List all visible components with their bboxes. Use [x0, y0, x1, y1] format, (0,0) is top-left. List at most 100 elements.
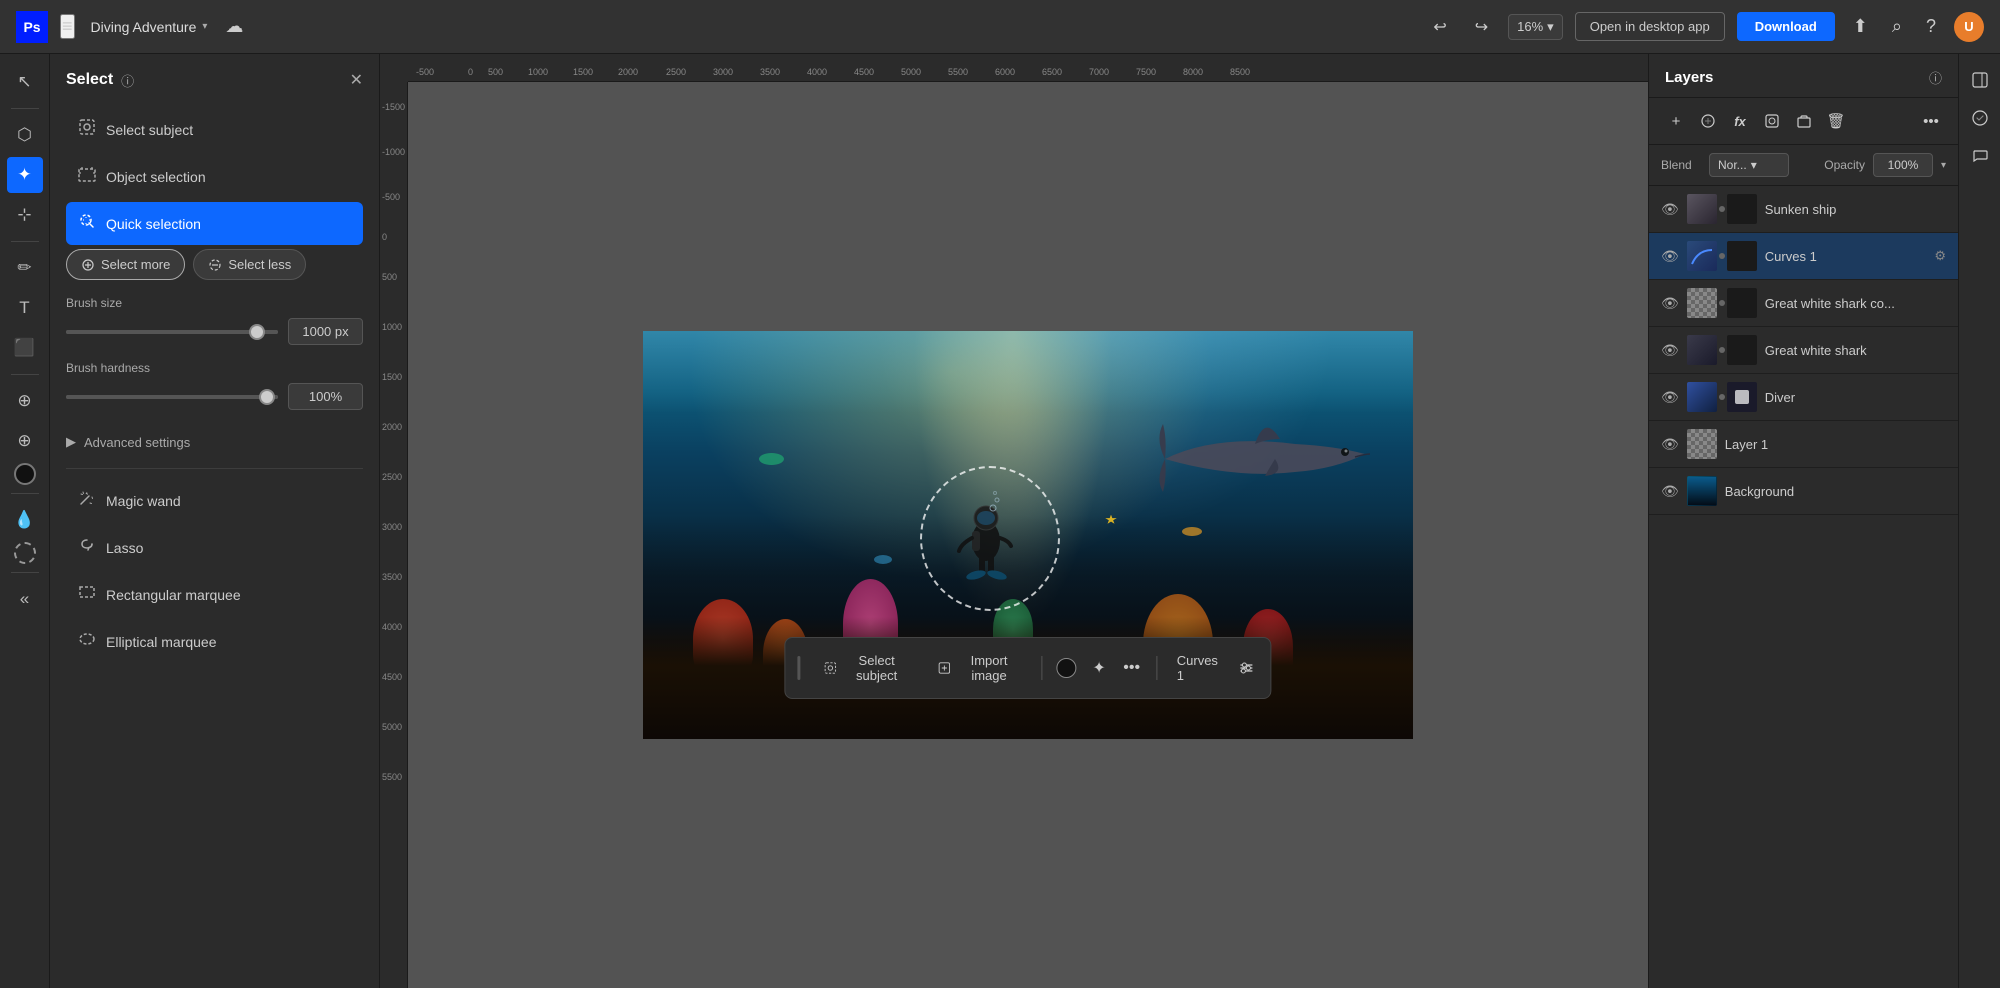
select-less-button[interactable]: Select less	[193, 249, 306, 280]
panel-header: Select ⓘ ✕	[66, 70, 363, 90]
advanced-settings[interactable]: ▶ Advanced settings	[66, 426, 363, 458]
brush-hardness-thumb[interactable]	[259, 389, 275, 405]
select-tool[interactable]: ⬡	[7, 117, 43, 153]
layer-dot-shark	[1719, 347, 1725, 353]
ruler-corner	[380, 54, 408, 82]
layer-visibility-sunken-ship[interactable]: 👁	[1661, 201, 1679, 218]
layer-item-background[interactable]: 👁 Background	[1649, 468, 1958, 515]
brush-hardness-slider[interactable]	[66, 395, 278, 399]
title-chevron-icon: ▾	[202, 21, 207, 32]
opacity-input[interactable]	[1873, 153, 1933, 177]
layer-visibility-shark[interactable]: 👁	[1661, 342, 1679, 359]
help-button[interactable]: ?	[1920, 10, 1942, 43]
panel-close-button[interactable]: ✕	[350, 70, 363, 90]
vertical-ruler: -1500 -1000 -500 0 500 1000 1500 2000 25…	[380, 82, 408, 988]
blend-mode-select[interactable]: Nor... ▾	[1709, 153, 1789, 177]
object-selection-tool[interactable]: Object selection	[66, 155, 363, 198]
cloud-icon[interactable]: ☁	[219, 10, 249, 43]
horizontal-ruler: -500 0 500 1000 1500 2000 2500 3000 3500…	[408, 54, 1648, 82]
brush-hardness-input[interactable]	[288, 383, 363, 410]
layers-more-button[interactable]: •••	[1916, 106, 1946, 136]
group-layers-button[interactable]	[1789, 106, 1819, 136]
brush-size-track	[66, 330, 278, 334]
layer-item-diver[interactable]: 👁 Diver	[1649, 374, 1958, 421]
zoom-control[interactable]: 16% ▾	[1508, 14, 1563, 40]
foreground-color[interactable]	[14, 463, 36, 485]
bottom-import-image-button[interactable]: Import image	[927, 646, 1029, 690]
brush-size-label: Brush size	[66, 296, 363, 310]
layer-item-shark-co[interactable]: 👁 Great white shark co...	[1649, 280, 1958, 327]
opacity-chevron-icon[interactable]: ▾	[1941, 160, 1946, 171]
blend-mode-label: Blend	[1661, 158, 1701, 172]
bottom-select-subject-button[interactable]: Select subject	[812, 646, 918, 690]
bottom-adjust-button[interactable]: ✦	[1087, 652, 1112, 684]
file-title[interactable]: Diving Adventure ▾	[91, 19, 208, 35]
share-button[interactable]: ⬆	[1847, 10, 1874, 43]
layer-thumb-shark	[1687, 335, 1717, 365]
bottom-settings-button[interactable]	[1234, 652, 1259, 684]
undo-button[interactable]: ↩	[1425, 11, 1454, 43]
redo-button[interactable]: ↪	[1467, 11, 1496, 43]
quick-selection-tool[interactable]: Quick selection	[66, 202, 363, 245]
rectangular-marquee-tool[interactable]: Rectangular marquee	[66, 573, 363, 616]
right-chat-panel[interactable]	[1964, 140, 1996, 172]
move-tool[interactable]: ↖	[7, 64, 43, 100]
layer-thumb-shark-co	[1687, 288, 1717, 318]
open-desktop-button[interactable]: Open in desktop app	[1575, 12, 1725, 41]
clone-tool[interactable]: ⊕	[7, 423, 43, 459]
crop-tool[interactable]: ⊹	[7, 197, 43, 233]
type-tool[interactable]: T	[7, 290, 43, 326]
layer-thumb-curves-1	[1687, 241, 1717, 271]
layer-item-curves-1[interactable]: 👁 Curves 1 ⚙	[1649, 233, 1958, 280]
layer-item-sunken-ship[interactable]: 👁 Sunken ship	[1649, 186, 1958, 233]
toolbar-separator-4	[11, 493, 39, 494]
layer-item-layer-1[interactable]: 👁 Layer 1	[1649, 421, 1958, 468]
shape-tool[interactable]: ⬛	[7, 330, 43, 366]
bottom-color-button[interactable]	[1054, 652, 1079, 684]
brush-size-thumb[interactable]	[249, 324, 265, 340]
select-more-button[interactable]: Select more	[66, 249, 185, 280]
mask-button[interactable]	[1757, 106, 1787, 136]
add-layer-button[interactable]: +	[1661, 106, 1691, 136]
select-subject-tool[interactable]: Select subject	[66, 108, 363, 151]
elliptical-marquee-tool[interactable]: Elliptical marquee	[66, 620, 363, 663]
fx-button[interactable]: fx	[1725, 106, 1755, 136]
adjust-layer-button[interactable]	[1693, 106, 1723, 136]
delete-layer-button[interactable]: 🗑	[1821, 106, 1851, 136]
magic-wand-tool[interactable]: Magic wand	[66, 479, 363, 522]
background-color[interactable]	[14, 542, 36, 564]
rectangular-marquee-label: Rectangular marquee	[106, 587, 241, 603]
avatar[interactable]: U	[1954, 12, 1984, 42]
collapse-panel[interactable]: «	[7, 581, 43, 617]
bottom-more-button[interactable]: •••	[1119, 652, 1144, 684]
right-panel-toggle[interactable]	[1964, 64, 1996, 96]
layer-visibility-shark-co[interactable]: 👁	[1661, 295, 1679, 312]
layer-visibility-layer-1[interactable]: 👁	[1661, 436, 1679, 453]
menu-button[interactable]: ≡	[60, 14, 75, 39]
brush-tool[interactable]: ✏	[7, 250, 43, 286]
canvas-viewport[interactable]: Select subject Import image	[408, 82, 1648, 988]
search-button[interactable]: ⌕	[1886, 10, 1908, 43]
layer-visibility-diver[interactable]: 👁	[1661, 389, 1679, 406]
eyedropper-tool[interactable]: 💧	[7, 502, 43, 538]
shark-silhouette	[1155, 404, 1375, 494]
right-adjust-panel[interactable]	[1964, 102, 1996, 134]
select-panel: Select ⓘ ✕ Select subject O	[50, 54, 380, 988]
brush-size-section: Brush size	[66, 296, 363, 345]
brush-size-input[interactable]	[288, 318, 363, 345]
layer-thumb-group-curves-1	[1687, 241, 1757, 271]
layer-thumb-layer-1	[1687, 429, 1717, 459]
lasso-tool[interactable]: Lasso	[66, 526, 363, 569]
layer-visibility-background[interactable]: 👁	[1661, 483, 1679, 500]
blend-mode-value: Nor...	[1718, 158, 1747, 172]
layer-item-shark[interactable]: 👁 Great white shark	[1649, 327, 1958, 374]
download-button[interactable]: Download	[1737, 12, 1835, 41]
curves-settings-icon[interactable]: ⚙	[1934, 248, 1946, 264]
brush-size-slider[interactable]	[66, 330, 278, 334]
fish-yellow-1	[1182, 527, 1202, 536]
quick-select-tool[interactable]: ✦	[7, 157, 43, 193]
selection-overlay	[920, 466, 1060, 611]
layer-visibility-curves-1[interactable]: 👁	[1661, 248, 1679, 265]
app-logo: Ps	[16, 11, 48, 43]
heal-tool[interactable]: ⊕	[7, 383, 43, 419]
